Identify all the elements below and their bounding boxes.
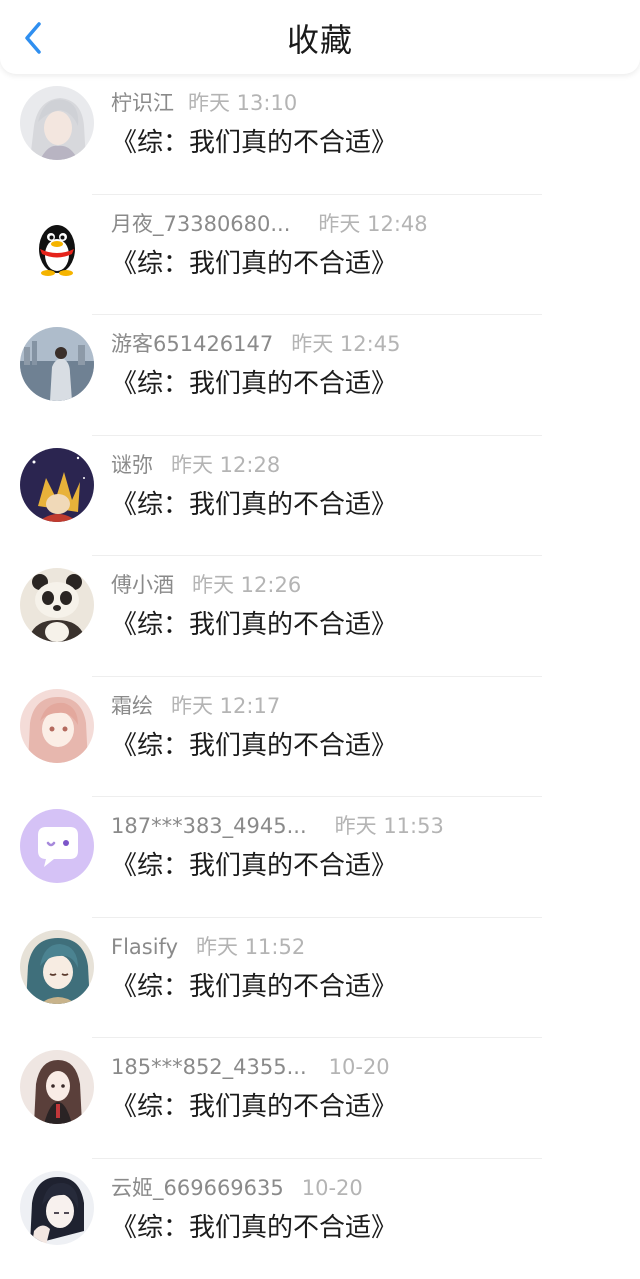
book-title[interactable]: 《综：我们真的不合适》 [111,847,397,885]
item-meta: 傅小酒昨天 12:26 [111,570,301,600]
item-meta: 游客651426147 昨天 12:45 [111,329,400,359]
book-title[interactable]: 《综：我们真的不合适》 [111,606,397,644]
book-title[interactable]: 《综：我们真的不合适》 [111,124,397,162]
list-item[interactable]: 傅小酒昨天 12:26 《综：我们真的不合适》 [0,556,640,677]
username: 云姬_669669635 [111,1176,284,1200]
panda-avatar [20,568,94,642]
avatar[interactable] [20,930,94,1004]
avatar[interactable] [20,809,94,883]
book-title[interactable]: 《综：我们真的不合适》 [111,727,397,765]
avatar[interactable] [20,1050,94,1124]
list-item[interactable]: 185***852_4355... 10-20 《综：我们真的不合适》 [0,1038,640,1159]
username: 霜绘 [111,694,153,718]
username: 傅小酒 [111,573,174,597]
list-item[interactable]: 云姬_669669635 10-20 《综：我们真的不合适》 [0,1159,640,1279]
avatar[interactable] [20,448,94,522]
page-title: 收藏 [0,18,640,62]
list-item[interactable]: 游客651426147 昨天 12:45 《综：我们真的不合适》 [0,315,640,436]
item-meta: 云姬_669669635 10-20 [111,1173,363,1203]
item-meta: 霜绘昨天 12:17 [111,691,280,721]
purple-chat-bubble-avatar [20,809,94,883]
item-meta: 柠识江昨天 13:10 [111,88,297,118]
avatar[interactable] [20,568,94,642]
avatar[interactable] [20,689,94,763]
list-item[interactable]: Flasify 昨天 11:52 《综：我们真的不合适》 [0,918,640,1039]
list-item[interactable]: 霜绘昨天 12:17 《综：我们真的不合适》 [0,677,640,798]
timestamp: 昨天 12:28 [171,453,280,477]
item-meta: 谜弥昨天 12:28 [111,450,280,480]
item-meta: Flasify 昨天 11:52 [111,932,305,962]
timestamp: 10-20 [329,1055,390,1079]
timestamp: 10-20 [302,1176,363,1200]
book-title[interactable]: 《综：我们真的不合适》 [111,245,397,283]
item-meta: 185***852_4355... 10-20 [111,1052,390,1082]
timestamp: 昨天 13:10 [188,91,297,115]
timestamp: 昨天 11:53 [335,814,444,838]
avatar[interactable] [20,86,94,160]
timestamp: 昨天 12:45 [291,332,400,356]
username: Flasify [111,935,178,959]
photo-man-city-avatar [20,327,94,401]
avatar[interactable] [20,1171,94,1245]
anime-dark-hair-girl-avatar [20,1050,94,1124]
timestamp: 昨天 12:17 [171,694,280,718]
book-title[interactable]: 《综：我们真的不合适》 [111,365,397,403]
avatar[interactable] [20,327,94,401]
username: 月夜_73380680... [111,212,290,236]
item-meta: 187***383_4945... 昨天 11:53 [111,811,444,841]
top-bar: 收藏 [0,0,640,74]
username: 谜弥 [111,453,153,477]
timestamp: 昨天 11:52 [196,935,305,959]
anime-black-hair-boy-avatar [20,1171,94,1245]
book-title[interactable]: 《综：我们真的不合适》 [111,968,397,1006]
book-title[interactable]: 《综：我们真的不合适》 [111,486,397,524]
book-title[interactable]: 《综：我们真的不合适》 [111,1088,397,1126]
favorites-list: 柠识江昨天 13:10 《综：我们真的不合适》 月夜_73380680... 昨天… [0,74,640,1279]
username: 柠识江 [111,91,174,115]
anime-golden-hair-avatar [20,448,94,522]
username: 游客651426147 [111,332,273,356]
anime-teal-hair-avatar [20,930,94,1004]
book-title[interactable]: 《综：我们真的不合适》 [111,1209,397,1247]
anime-white-hair-avatar [20,86,94,160]
list-item[interactable]: 柠识江昨天 13:10 《综：我们真的不合适》 [0,74,640,195]
anime-pink-girl-avatar [20,689,94,763]
qq-penguin-avatar [20,207,94,281]
avatar[interactable] [20,207,94,281]
list-item[interactable]: 月夜_73380680... 昨天 12:48 《综：我们真的不合适》 [0,195,640,316]
item-meta: 月夜_73380680... 昨天 12:48 [111,209,428,239]
timestamp: 昨天 12:26 [192,573,301,597]
list-item[interactable]: 187***383_4945... 昨天 11:53 《综：我们真的不合适》 [0,797,640,918]
list-item[interactable]: 谜弥昨天 12:28 《综：我们真的不合适》 [0,436,640,557]
timestamp: 昨天 12:48 [318,212,427,236]
username: 185***852_4355... [111,1055,307,1079]
username: 187***383_4945... [111,814,307,838]
